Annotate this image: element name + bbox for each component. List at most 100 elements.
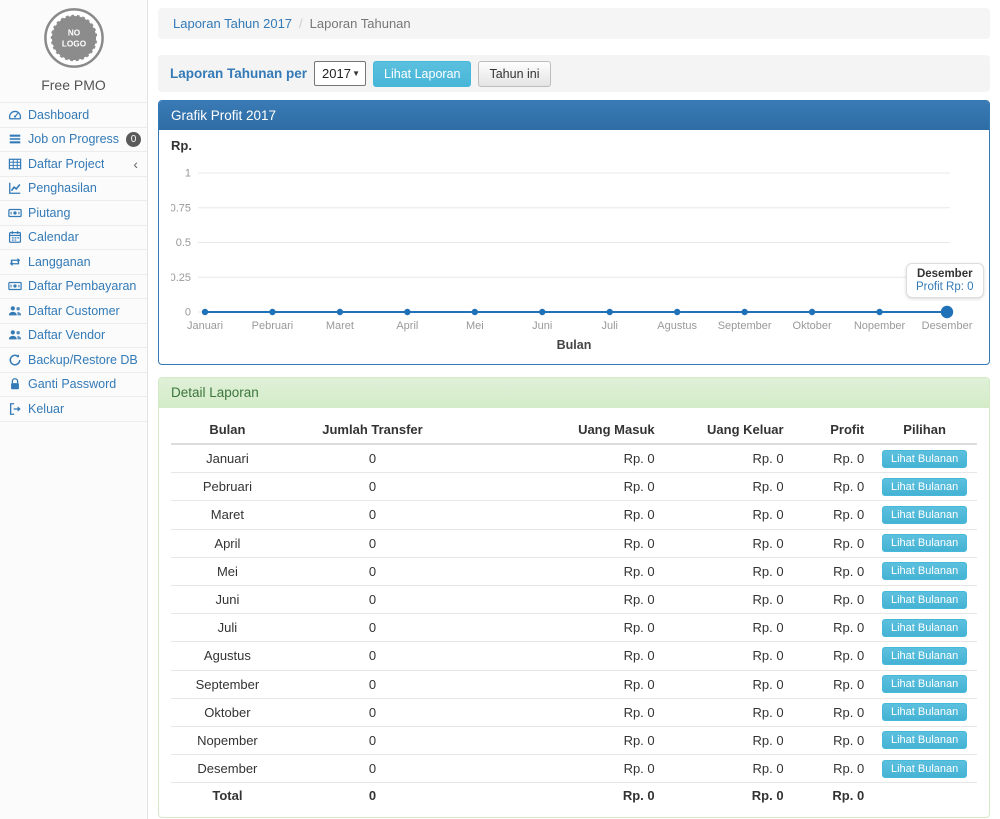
x-tick-label: Pebruari — [252, 320, 294, 332]
x-tick-label: Maret — [326, 320, 354, 332]
x-tick-label: September — [718, 320, 772, 332]
sidebar-item-calendar[interactable]: Calendar — [0, 226, 147, 251]
detail-report-panel: Detail Laporan BulanJumlah TransferUang … — [158, 377, 990, 818]
y-tick-label: 0.75 — [171, 202, 191, 214]
lihat-bulanan-button[interactable]: Lihat Bulanan — [882, 534, 967, 552]
sidebar-item-daftar-vendor[interactable]: Daftar Vendor — [0, 324, 147, 349]
sidebar-item-piutang[interactable]: Piutang — [0, 201, 147, 226]
cell-bulan: Oktober — [171, 698, 284, 726]
lihat-bulanan-button[interactable]: Lihat Bulanan — [882, 562, 967, 580]
lihat-bulanan-button[interactable]: Lihat Bulanan — [882, 619, 967, 637]
cell-jumlah_transfer: 0 — [284, 444, 461, 473]
data-point-desember[interactable] — [941, 306, 953, 318]
data-point-nopember[interactable] — [876, 309, 882, 315]
sidebar-item-ganti-password[interactable]: Ganti Password — [0, 373, 147, 398]
data-point-pebruari[interactable] — [269, 309, 275, 315]
cell-profit: Rp. 0 — [792, 614, 873, 642]
lihat-bulanan-button[interactable]: Lihat Bulanan — [882, 647, 967, 665]
money-icon — [8, 279, 22, 293]
cell-jumlah_transfer: 0 — [284, 670, 461, 698]
x-tick-label: Juni — [532, 320, 552, 332]
cell-uang_keluar: Rp. 0 — [663, 529, 792, 557]
table-row-desember: Desember0Rp. 0Rp. 0Rp. 0Lihat Bulanan — [171, 755, 977, 783]
chart-panel-body: Rp. 00.250.50.751JanuariPebruariMaretApr… — [159, 130, 989, 364]
sidebar: NO LOGO Free PMO Dashboard Job on Progres… — [0, 0, 148, 819]
breadcrumb-link-laporan-tahun[interactable]: Laporan Tahun 2017 — [173, 16, 292, 31]
data-point-maret[interactable] — [337, 309, 343, 315]
cell-jumlah_transfer: 0 — [284, 473, 461, 501]
lihat-bulanan-button[interactable]: Lihat Bulanan — [882, 731, 967, 749]
data-point-januari[interactable] — [202, 309, 208, 315]
table-row-pebruari: Pebruari0Rp. 0Rp. 0Rp. 0Lihat Bulanan — [171, 473, 977, 501]
cell-profit: Rp. 0 — [792, 473, 873, 501]
total-jumlah_transfer: 0 — [284, 783, 461, 808]
cell-pilihan: Lihat Bulanan — [872, 698, 977, 726]
lock-icon — [8, 377, 22, 391]
table-row-juli: Juli0Rp. 0Rp. 0Rp. 0Lihat Bulanan — [171, 614, 977, 642]
year-select[interactable]: 2017 ▼ — [314, 61, 366, 86]
cell-bulan: Maret — [171, 501, 284, 529]
lihat-bulanan-button[interactable]: Lihat Bulanan — [882, 506, 967, 524]
data-point-agustus[interactable] — [674, 309, 680, 315]
table-row-mei: Mei0Rp. 0Rp. 0Rp. 0Lihat Bulanan — [171, 557, 977, 585]
cell-profit: Rp. 0 — [792, 585, 873, 613]
data-point-juni[interactable] — [539, 309, 545, 315]
data-point-mei[interactable] — [472, 309, 478, 315]
sidebar-item-daftar-pembayaran[interactable]: Daftar Pembayaran — [0, 275, 147, 300]
cell-pilihan: Lihat Bulanan — [872, 501, 977, 529]
data-point-juli[interactable] — [607, 309, 613, 315]
tooltip-value: Profit Rp: 0 — [916, 281, 974, 293]
total-profit: Rp. 0 — [792, 783, 873, 808]
data-point-oktober[interactable] — [809, 309, 815, 315]
sidebar-item-label: Daftar Vendor — [28, 328, 105, 342]
sidebar-item-label: Job on Progress — [28, 132, 119, 146]
sidebar-item-label: Piutang — [28, 206, 70, 220]
table-row-maret: Maret0Rp. 0Rp. 0Rp. 0Lihat Bulanan — [171, 501, 977, 529]
retweet-icon — [8, 255, 22, 269]
data-point-september[interactable] — [741, 309, 747, 315]
x-tick-label: Juli — [601, 320, 618, 332]
sidebar-item-penghasilan[interactable]: Penghasilan — [0, 177, 147, 202]
users-icon — [8, 328, 22, 342]
no-logo-image: NO LOGO — [43, 57, 105, 72]
sidebar-item-langganan[interactable]: Langganan — [0, 250, 147, 275]
cell-uang_keluar: Rp. 0 — [663, 698, 792, 726]
cell-pilihan: Lihat Bulanan — [872, 529, 977, 557]
sidebar-item-daftar-customer[interactable]: Daftar Customer — [0, 299, 147, 324]
column-header-bulan: Bulan — [171, 416, 284, 444]
lihat-bulanan-button[interactable]: Lihat Bulanan — [882, 591, 967, 609]
sidebar-item-label: Backup/Restore DB — [28, 353, 138, 367]
lihat-laporan-button[interactable]: Lihat Laporan — [373, 61, 471, 87]
caret-down-icon: ▼ — [352, 69, 360, 78]
lihat-bulanan-button[interactable]: Lihat Bulanan — [882, 703, 967, 721]
lihat-bulanan-button[interactable]: Lihat Bulanan — [882, 760, 967, 778]
y-tick-label: 0.25 — [171, 272, 191, 284]
sidebar-item-keluar[interactable]: Keluar — [0, 397, 147, 422]
chart-y-axis-label: Rp. — [171, 138, 977, 154]
table-row-september: September0Rp. 0Rp. 0Rp. 0Lihat Bulanan — [171, 670, 977, 698]
cell-jumlah_transfer: 0 — [284, 698, 461, 726]
cell-pilihan: Lihat Bulanan — [872, 726, 977, 754]
sidebar-item-dashboard[interactable]: Dashboard — [0, 103, 147, 128]
table-row-total: Total0Rp. 0Rp. 0Rp. 0 — [171, 783, 977, 808]
lihat-bulanan-button[interactable]: Lihat Bulanan — [882, 675, 967, 693]
tahun-ini-button[interactable]: Tahun ini — [478, 61, 550, 87]
cell-pilihan: Lihat Bulanan — [872, 585, 977, 613]
sign-out-icon — [8, 402, 22, 416]
column-header-uang-masuk: Uang Masuk — [461, 416, 663, 444]
lihat-bulanan-button[interactable]: Lihat Bulanan — [882, 450, 967, 468]
x-tick-label: Mei — [466, 320, 484, 332]
brand-name: Free PMO — [0, 77, 147, 93]
users-icon — [8, 304, 22, 318]
profit-line-chart: 00.250.50.751JanuariPebruariMaretAprilMe… — [171, 158, 977, 338]
lihat-bulanan-button[interactable]: Lihat Bulanan — [882, 478, 967, 496]
data-point-april[interactable] — [404, 309, 410, 315]
sidebar-item-backup-restore-db[interactable]: Backup/Restore DB — [0, 348, 147, 373]
sidebar-item-label: Dashboard — [28, 108, 89, 122]
sidebar-item-job-on-progress[interactable]: Job on Progress0 — [0, 128, 147, 153]
cell-uang_masuk: Rp. 0 — [461, 726, 663, 754]
sidebar-item-daftar-project[interactable]: Daftar Project‹ — [0, 152, 147, 177]
cell-jumlah_transfer: 0 — [284, 755, 461, 783]
main-content: Laporan Tahun 2017/Laporan Tahunan Lapor… — [148, 0, 1000, 819]
cell-uang_masuk: Rp. 0 — [461, 698, 663, 726]
